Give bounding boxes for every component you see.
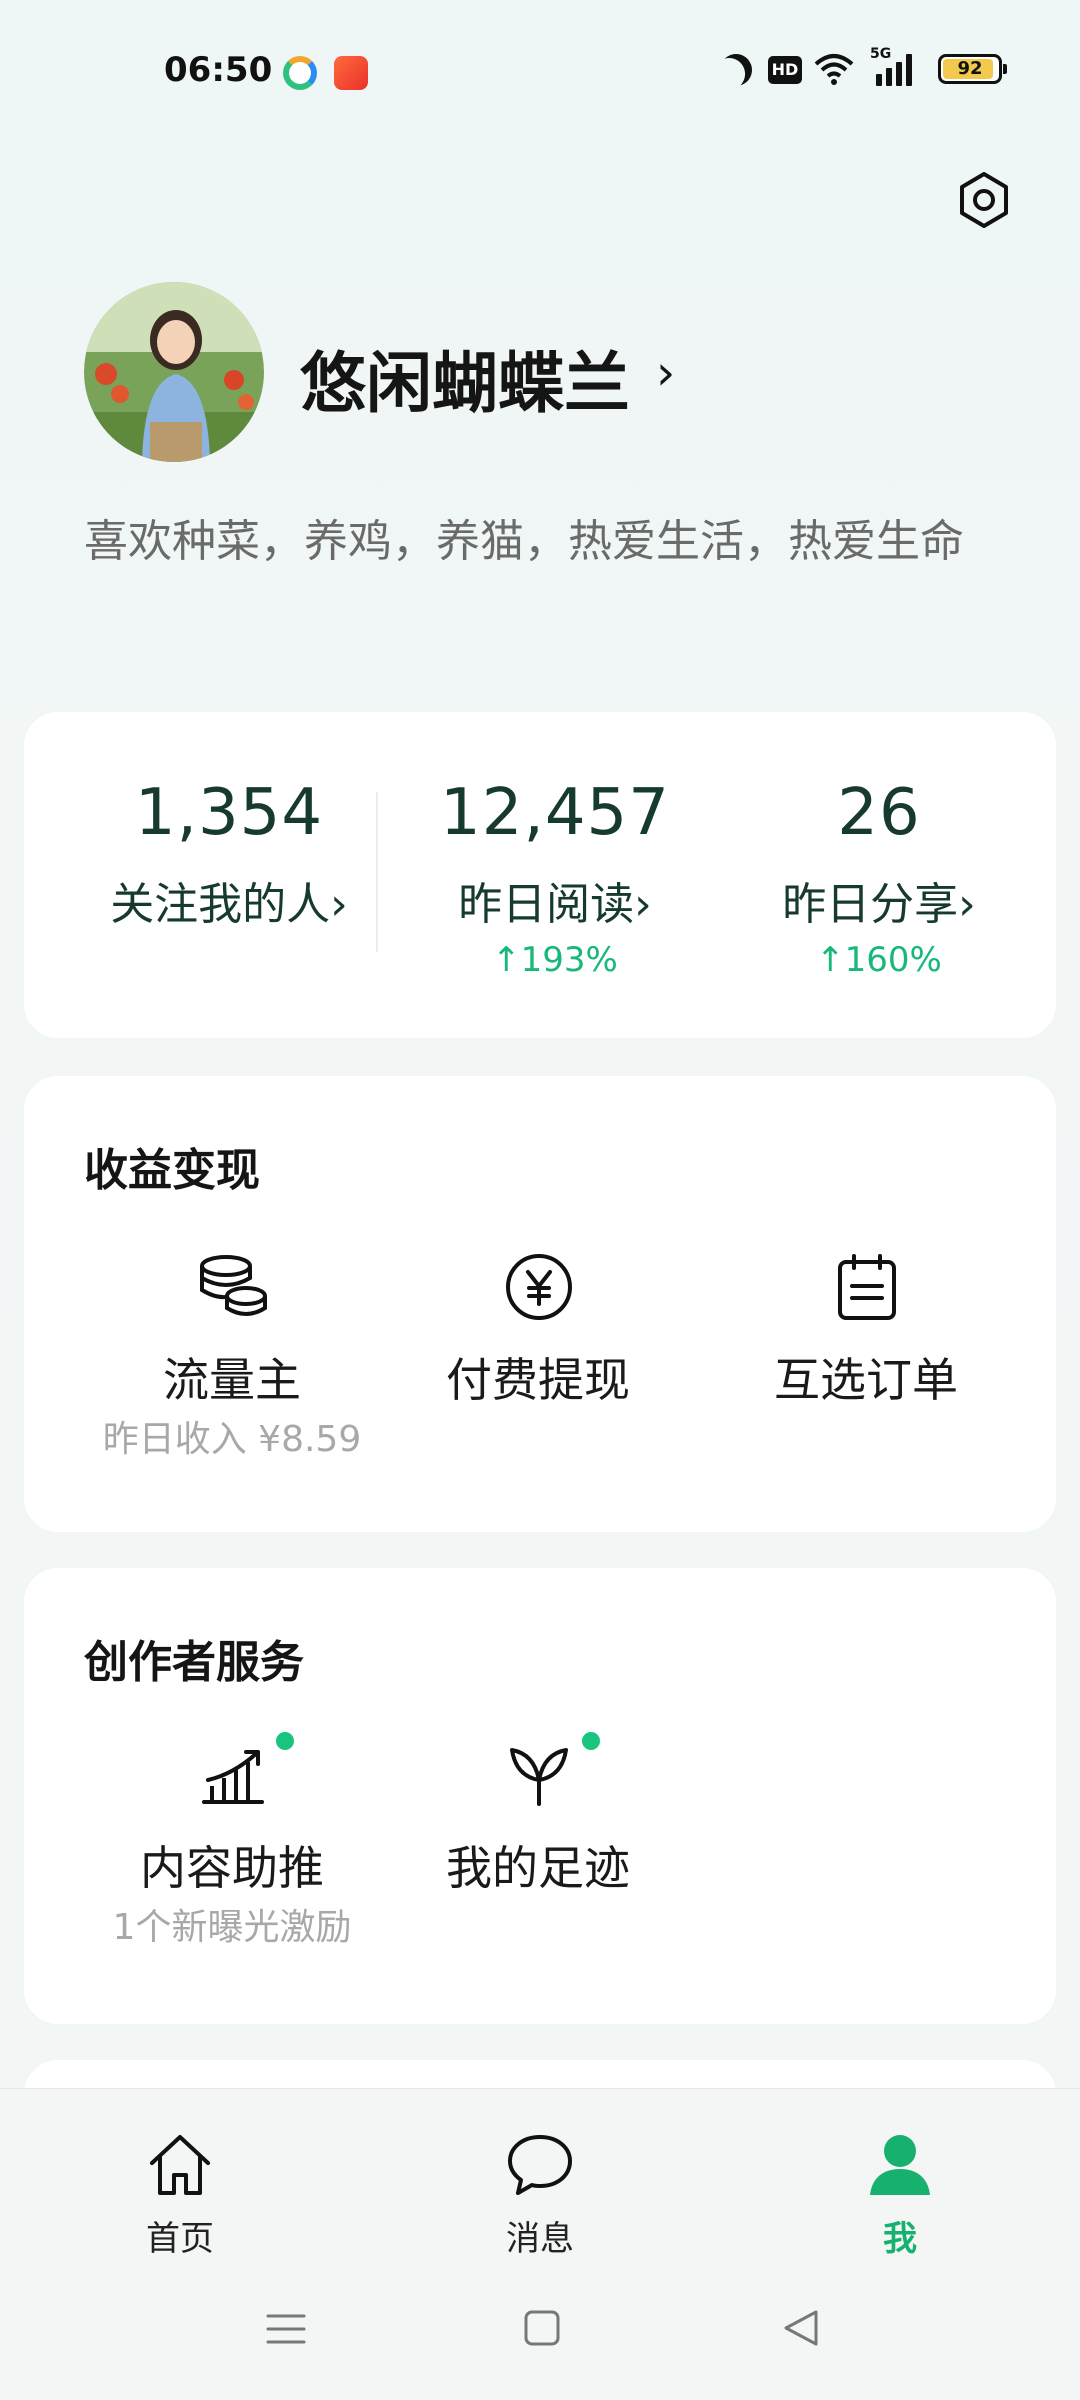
battery-level: 92 bbox=[957, 58, 983, 79]
status-time: 06:50 bbox=[164, 50, 273, 90]
settings-gear-icon bbox=[960, 172, 1008, 228]
stat-growth: ↑193% bbox=[492, 940, 618, 980]
wifi-icon bbox=[814, 52, 854, 92]
status-indicators: HD 5G 92 bbox=[680, 46, 1080, 92]
earnings-item-label: 付费提现 bbox=[446, 1353, 630, 1407]
earnings-item-label: 流量主 bbox=[163, 1353, 301, 1407]
section-title: 收益变现 bbox=[84, 1145, 260, 1196]
system-nav-bar bbox=[0, 2290, 1080, 2370]
nav-label: 我 bbox=[883, 2219, 917, 2259]
avatar[interactable] bbox=[84, 282, 264, 462]
stats-card: 1,354 关注我的人› 12,457 昨日阅读› ↑193% 26 昨日分享›… bbox=[24, 712, 1056, 1038]
nav-item-me[interactable]: 我 bbox=[800, 2129, 1000, 2260]
do-not-disturb-icon bbox=[714, 48, 758, 92]
earnings-item-label: 互选订单 bbox=[774, 1353, 958, 1407]
status-bar: 06:50 HD 5G 92 bbox=[0, 0, 1080, 140]
new-badge-dot bbox=[276, 1732, 294, 1750]
stat-growth: ↑160% bbox=[816, 940, 942, 980]
settings-button[interactable] bbox=[954, 170, 1014, 230]
creator-item-sub: 1个新曝光激励 bbox=[112, 1907, 352, 1948]
stat-value: 26 bbox=[837, 776, 921, 850]
nav-label: 消息 bbox=[506, 2219, 574, 2259]
cellular-signal-icon: 5G bbox=[870, 46, 920, 86]
home-icon bbox=[150, 2135, 210, 2195]
divider bbox=[376, 792, 378, 952]
person-icon bbox=[870, 2135, 930, 2195]
creator-item-label: 我的足迹 bbox=[446, 1841, 630, 1895]
clipboard-icon bbox=[838, 1254, 896, 1320]
stat-value: 1,354 bbox=[134, 776, 324, 850]
yen-icon bbox=[506, 1254, 572, 1320]
stat-label: 昨日分享› bbox=[782, 879, 976, 930]
nav-item-messages[interactable]: 消息 bbox=[440, 2129, 640, 2260]
notification-app-icon bbox=[283, 56, 317, 90]
menu-icon[interactable] bbox=[256, 2304, 316, 2354]
profile-bio: 喜欢种菜，养鸡，养猫，热爱生活，热爱生命 bbox=[84, 516, 964, 567]
nav-label: 首页 bbox=[146, 2219, 214, 2259]
growth-chart-icon bbox=[202, 1750, 264, 1804]
creator-item-label: 内容助推 bbox=[140, 1841, 324, 1895]
profile-name[interactable]: 悠闲蝴蝶兰 bbox=[300, 330, 630, 426]
chevron-right-icon[interactable]: › bbox=[656, 345, 675, 401]
back-triangle-icon[interactable] bbox=[772, 2304, 832, 2354]
section-title: 创作者服务 bbox=[84, 1637, 304, 1688]
creator-services-card: 创作者服务 内容助推 1个新曝光激励 我的足迹 bbox=[24, 1568, 1056, 2024]
battery-icon: 92 bbox=[938, 54, 1007, 84]
stat-value: 12,457 bbox=[440, 776, 670, 850]
hd-voice-icon: HD bbox=[768, 56, 802, 84]
earnings-card: 收益变现 流量主 昨日收入 ¥8.59 付费提现 互选订单 bbox=[24, 1076, 1056, 1532]
stat-label: 昨日阅读› bbox=[458, 879, 652, 930]
notification-app-icon bbox=[334, 56, 368, 90]
sprout-icon bbox=[510, 1748, 568, 1806]
stat-label: 关注我的人› bbox=[110, 879, 348, 930]
coins-icon bbox=[200, 1255, 267, 1316]
new-badge-dot bbox=[582, 1732, 600, 1750]
home-square-icon[interactable] bbox=[512, 2304, 572, 2354]
nav-item-home[interactable]: 首页 bbox=[80, 2129, 280, 2260]
earnings-item-sub: 昨日收入 ¥8.59 bbox=[102, 1419, 362, 1460]
chat-bubble-icon bbox=[508, 2135, 572, 2195]
